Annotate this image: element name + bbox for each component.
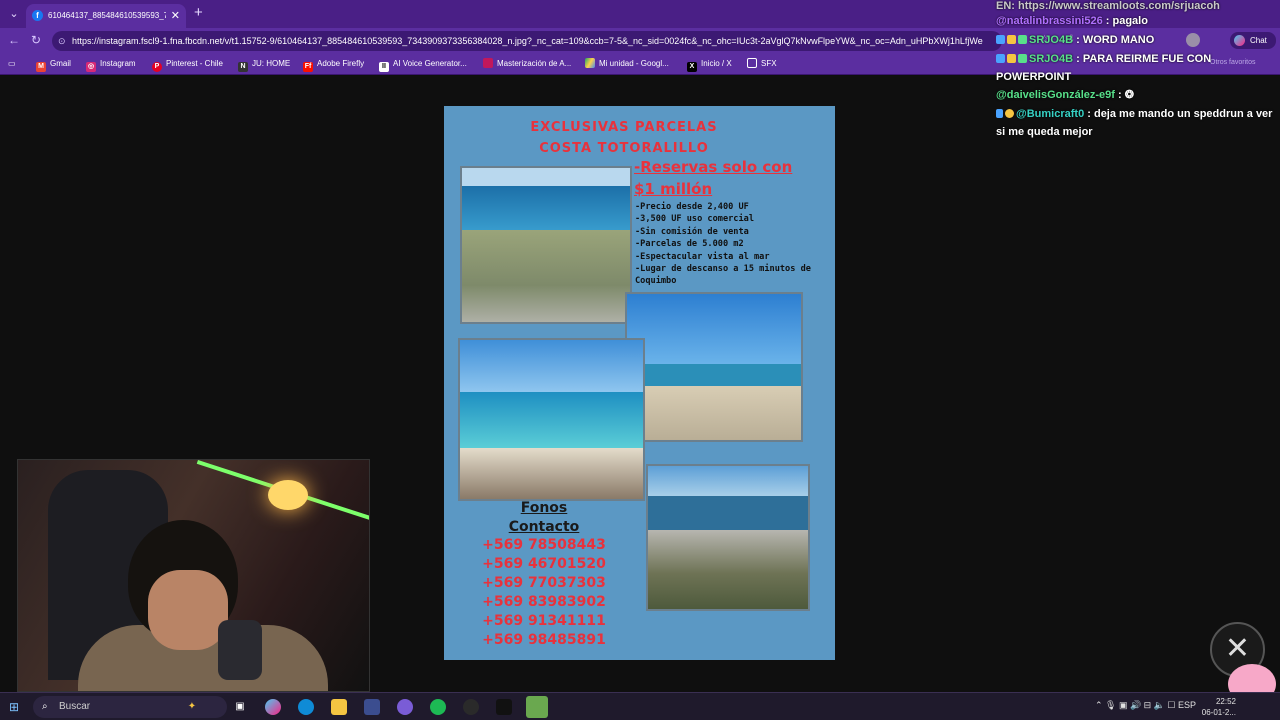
minecraft-icon[interactable]	[526, 696, 548, 718]
reserve-text-2: $1 millón	[634, 180, 713, 198]
obs-icon[interactable]	[463, 699, 479, 715]
loading-emote-icon: ❂	[1124, 89, 1134, 101]
bookmark-pinterest[interactable]: P Pinterest - Chile	[152, 57, 223, 72]
reserve-text-1: -Reservas solo con	[634, 158, 793, 176]
contact-heading-2: Contacto	[508, 519, 580, 535]
instagram-icon: ◎	[86, 62, 96, 72]
phone-list: +569 78508443 +569 46701520 +569 7703730…	[464, 536, 624, 650]
rocky-shore-photo	[646, 464, 810, 611]
close-icon[interactable]: ✕	[171, 4, 180, 28]
webcam-overlay	[17, 459, 370, 692]
file-explorer-icon[interactable]	[331, 699, 347, 715]
back-arrow-icon[interactable]: ←	[8, 33, 20, 47]
adobe-icon: Ff	[303, 62, 313, 72]
system-tray[interactable]: ⌃ 🎙 ▣ 🔊 ⊟ 🔈 ☐ ESP	[1095, 700, 1196, 711]
windows-start-icon[interactable]: ⊞	[9, 701, 21, 713]
clock-date: 06-01-2...	[1201, 708, 1236, 717]
bookmark-ai-voice[interactable]: II AI Voice Generator...	[379, 57, 467, 72]
bookmark-gmail[interactable]: M Gmail	[36, 57, 71, 72]
language-indicator: ESP	[1178, 700, 1197, 710]
feature-item: -Lugar de descanso a 15 minutos de	[635, 264, 811, 275]
tab-title: 610464137_885484610539593_73...	[48, 11, 166, 20]
phone-number: +569 78508443	[482, 537, 606, 553]
stream-chat-overlay: EN: https://www.streamloots.com/srjuacoh…	[996, 0, 1280, 141]
sparkle-icon: ✦	[187, 701, 197, 712]
feature-item: -Precio desde 2,400 UF	[635, 202, 749, 212]
bookmark-ju-home[interactable]: N JU: HOME	[238, 57, 290, 72]
feature-item: -Parcelas de 5.000 m2	[635, 239, 744, 250]
elevenlabs-icon: II	[379, 62, 389, 72]
bookmark-x[interactable]: X Inicio / X	[687, 57, 732, 72]
streamloots-line: EN: https://www.streamloots.com/srjuacoh	[996, 0, 1220, 12]
aerial-coast-photo	[460, 166, 632, 324]
pinterest-icon: P	[152, 62, 162, 72]
bay-beach-photo	[458, 338, 645, 501]
feature-item: -3,500 UF uso comercial	[635, 214, 754, 225]
copilot-taskbar-icon[interactable]	[265, 699, 281, 715]
poster-title-1: EXCLUSIVAS PARCELAS	[530, 120, 718, 135]
site-info-icon[interactable]: ⊙	[58, 31, 66, 51]
bookmark-mi-unidad[interactable]: Mi unidad - Googl...	[585, 57, 669, 71]
phone-number: +569 46701520	[482, 556, 606, 572]
tab-search-icon[interactable]: ⌄	[6, 6, 22, 22]
browser-tab[interactable]: f 610464137_885484610539593_73... ✕	[26, 4, 186, 28]
bookmark-sfx[interactable]: SFX	[747, 57, 777, 71]
bookmark-instagram[interactable]: ◎ Instagram	[86, 57, 136, 72]
url-text: https://instagram.fscl9-1.fna.fbcdn.net/…	[72, 36, 983, 46]
url-bar[interactable]: ⊙ https://instagram.fscl9-1.fna.fbcdn.ne…	[52, 31, 1002, 51]
streamer-face	[148, 570, 228, 650]
folder-icon	[747, 58, 757, 68]
task-view-icon[interactable]: ▣	[232, 699, 248, 715]
reload-icon[interactable]: ↻	[31, 33, 41, 47]
microphone	[218, 620, 262, 680]
chat-message: @natalinbrassini526 : pagalo	[996, 15, 1148, 27]
discord-icon[interactable]	[397, 699, 413, 715]
search-icon: ⌕	[42, 701, 48, 712]
clock[interactable]: 22:52 06-01-2...	[1200, 696, 1236, 718]
search-placeholder: Buscar	[59, 701, 91, 712]
poster-image[interactable]: EXCLUSIVAS PARCELAS COSTA TOTORALILLO -R…	[444, 106, 835, 660]
clock-time: 22:52	[1215, 697, 1236, 706]
windows-taskbar: ⊞ ⌕ Buscar ✦ ▣ ⌃ 🎙 ▣ 🔊 ⊟ 🔈 ☐ ESP 22:52 0…	[0, 692, 1280, 720]
notion-icon: N	[238, 62, 248, 72]
poster-title-2: COSTA TOTORALILLO	[539, 141, 709, 156]
bookmark-masterizacion[interactable]: Masterización de A...	[483, 57, 571, 71]
feature-item: Coquimbo	[635, 276, 677, 287]
feature-item: -Espectacular vista al mar	[635, 251, 770, 262]
gmail-icon: M	[36, 62, 46, 72]
feature-list: -Precio desde 2,400 UF -3,500 UF uso com…	[635, 201, 820, 288]
facebook-icon: f	[32, 10, 43, 21]
lamp-light	[268, 480, 308, 510]
chat-message: SRJO4B : WORD MANO	[996, 31, 1280, 50]
capcut-icon[interactable]	[496, 699, 512, 715]
new-tab-button[interactable]: +	[194, 4, 203, 21]
chat-message: @daivelisGonzález-e9f : ❂	[996, 89, 1134, 101]
phone-number: +569 83983902	[482, 594, 606, 610]
x-logo-icon: X	[687, 62, 697, 72]
phone-number: +569 91341111	[482, 613, 606, 629]
tab-actions-icon[interactable]: ▭	[8, 57, 16, 71]
music-icon	[483, 58, 493, 68]
beach-rocks-photo	[625, 292, 803, 442]
store-icon[interactable]	[364, 699, 380, 715]
phone-number: +569 77037303	[482, 575, 606, 591]
bookmark-adobe-firefly[interactable]: Ff Adobe Firefly	[303, 57, 364, 72]
edge-icon[interactable]	[298, 699, 314, 715]
google-drive-icon	[585, 58, 595, 68]
chat-message: SRJO4B : PARA REIRME FUE CON POWERPOINT	[996, 53, 1212, 83]
contact-heading-1: Fonos	[520, 500, 568, 516]
spotify-icon[interactable]	[430, 699, 446, 715]
chat-message: @Bumicraft0 : deja me mando un speddrun …	[996, 108, 1273, 138]
phone-number: +569 98485891	[482, 632, 606, 648]
feature-item: -Sin comisión de venta	[635, 226, 749, 237]
